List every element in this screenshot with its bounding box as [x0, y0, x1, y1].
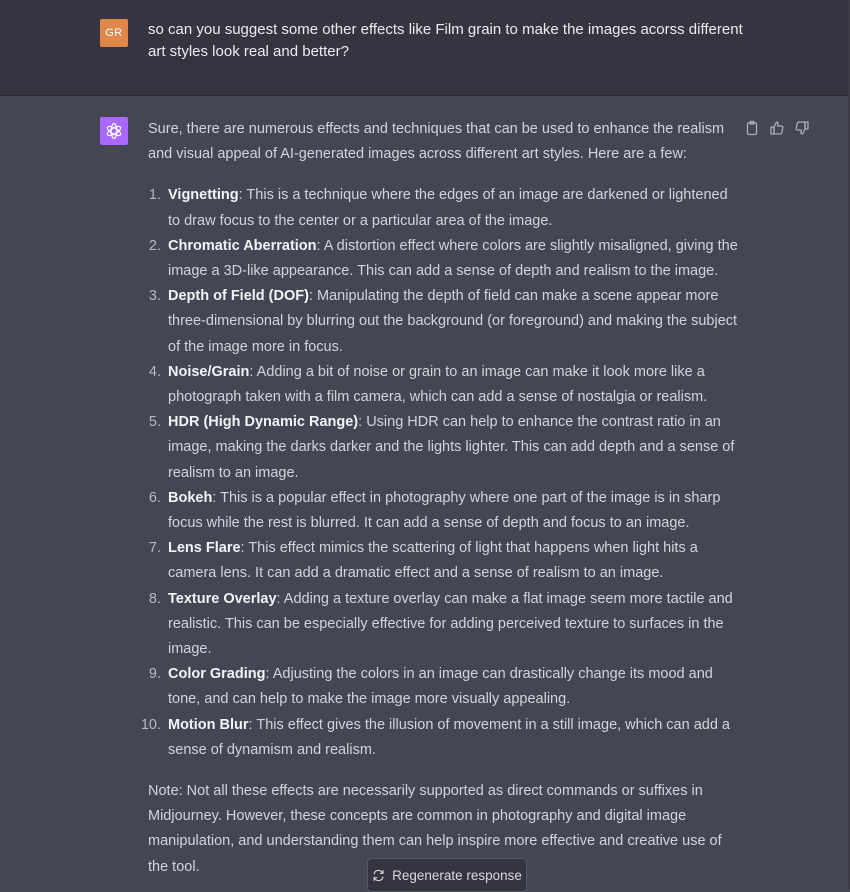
thumbs-down-icon[interactable] — [794, 120, 810, 136]
assistant-intro: Sure, there are numerous effects and tec… — [148, 121, 725, 163]
effect-description: : Adding a bit of noise or grain to an i… — [168, 363, 708, 406]
list-item-number: 10. — [140, 716, 161, 733]
list-item: 10. Motion Blur: This effect gives the il… — [141, 713, 738, 763]
effect-description: : This effect gives the illusion of move… — [168, 716, 730, 758]
list-item: 6. Bokeh: This is a popular effect in pho… — [148, 486, 738, 536]
assistant-message-row: Sure, there are numerous effects and tec… — [0, 96, 850, 889]
list-item-number: 9. — [148, 666, 161, 683]
effect-description: : This is a technique where the edges of… — [168, 187, 728, 229]
openai-logo-icon — [106, 122, 122, 140]
list-item-number: 1. — [148, 187, 161, 204]
list-item: 7. Lens Flare: This effect mimics the sca… — [148, 536, 738, 586]
list-item: 5. HDR (High Dynamic Range): Using HDR ca… — [148, 410, 738, 486]
effect-title: Chromatic Aberration — [168, 237, 317, 254]
refresh-icon — [373, 869, 384, 881]
list-item-number: 4. — [148, 363, 161, 380]
effect-description: : This is a popular effect in photograph… — [168, 489, 721, 532]
user-avatar: GR — [100, 19, 128, 47]
list-item: 8. Texture Overlay: Adding a texture over… — [148, 587, 738, 663]
effect-title: Texture Overlay — [168, 590, 277, 607]
list-item: 4. Noise/Grain: Adding a bit of noise or … — [148, 360, 738, 410]
effects-list: 1. Vignetting: This is a technique where … — [141, 183, 738, 763]
user-message-row: GR so can you suggest some other effects… — [0, 0, 850, 96]
list-item-number: 5. — [148, 414, 161, 431]
thumbs-up-icon[interactable] — [769, 120, 785, 136]
effect-title: Bokeh — [168, 489, 213, 506]
effect-title: Vignetting — [168, 187, 239, 204]
list-item: 2. Chromatic Aberration: A distortion eff… — [148, 234, 738, 284]
message-actions — [744, 118, 814, 138]
effect-title: HDR (High Dynamic Range) — [168, 414, 359, 431]
effect-title: Noise/Grain — [168, 363, 250, 380]
assistant-message-text: Sure, there are numerous effects and tec… — [141, 117, 738, 880]
regenerate-response-button[interactable]: Regenerate response — [367, 858, 527, 892]
effect-title: Lens Flare — [168, 540, 241, 557]
list-item: 1. Vignetting: This is a technique where … — [148, 183, 738, 233]
clipboard-icon[interactable] — [744, 120, 760, 136]
list-item: 3. Depth of Field (DOF): Manipulating the… — [148, 284, 738, 360]
list-item-number: 2. — [148, 237, 161, 254]
assistant-avatar — [100, 117, 128, 145]
list-item-number: 6. — [148, 489, 161, 506]
effect-title: Motion Blur — [168, 716, 249, 733]
effect-title: Color Grading — [168, 666, 266, 683]
list-item-number: 3. — [148, 288, 161, 305]
list-item-number: 8. — [148, 590, 161, 607]
regenerate-label: Regenerate response — [392, 867, 522, 883]
effect-description: : This effect mimics the scattering of l… — [168, 540, 698, 582]
list-item-number: 7. — [148, 540, 161, 557]
user-message-text: so can you suggest some other effects li… — [148, 21, 743, 60]
effect-title: Depth of Field (DOF) — [168, 288, 309, 305]
list-item: 9. Color Grading: Adjusting the colors in… — [148, 662, 738, 712]
